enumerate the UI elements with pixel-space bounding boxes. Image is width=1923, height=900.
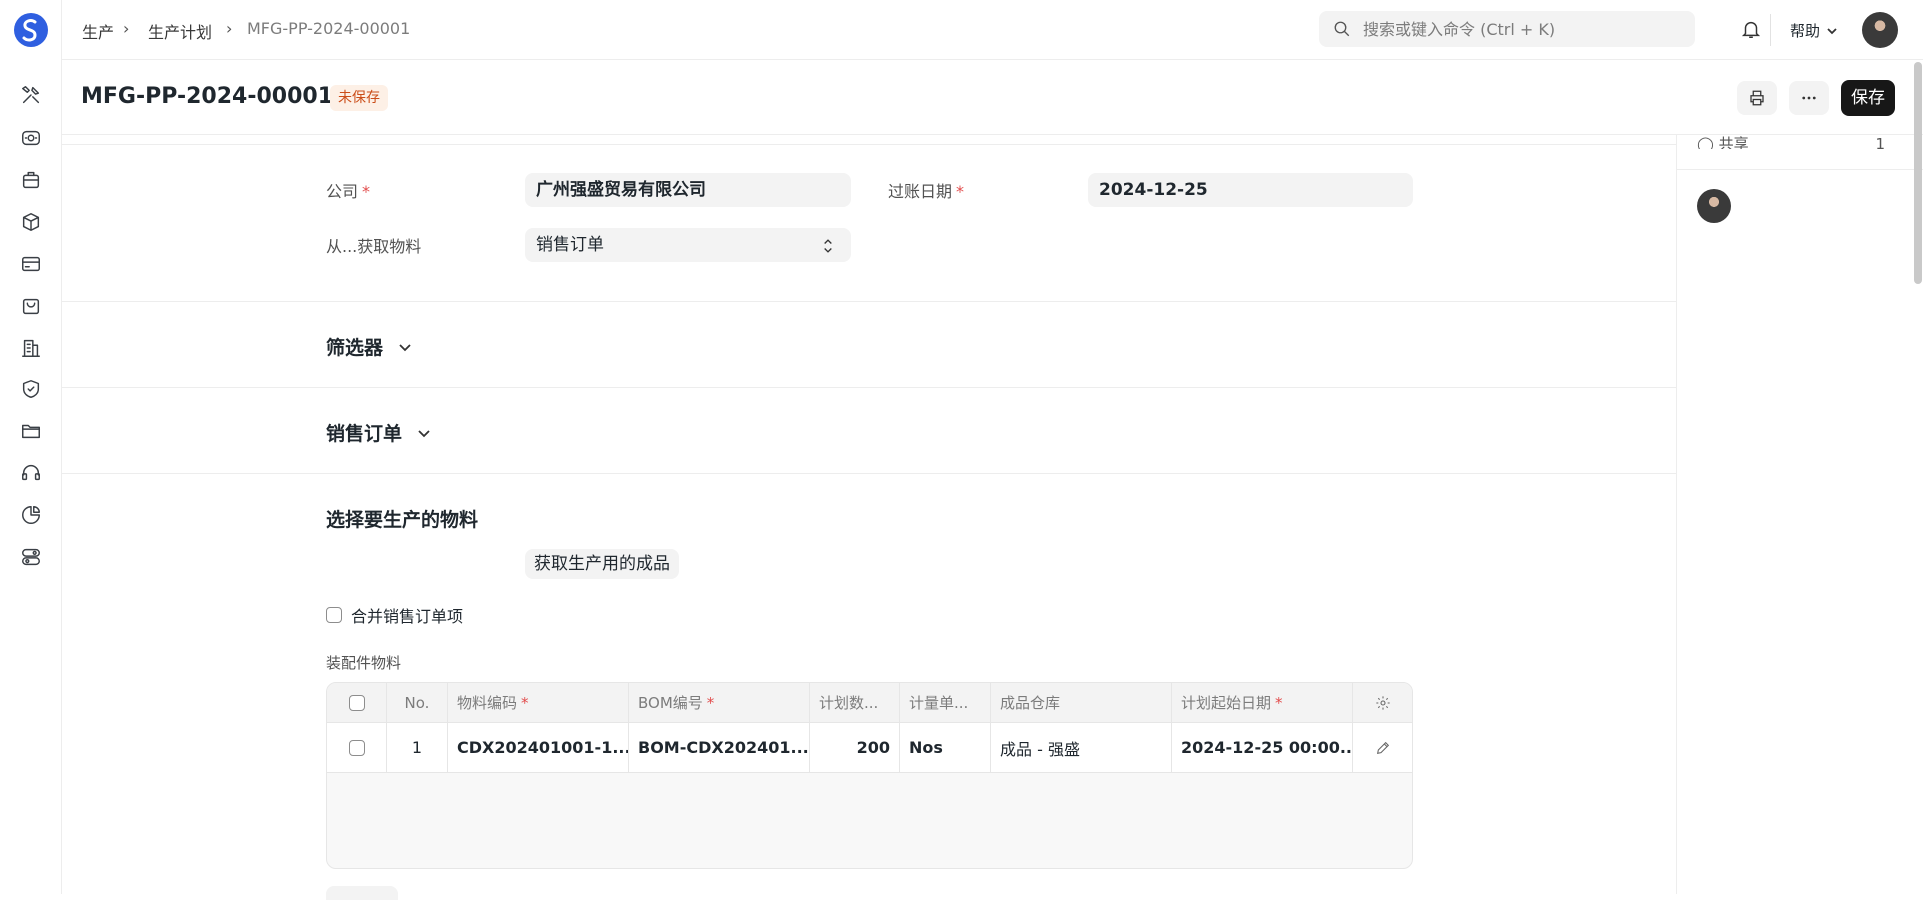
select-arrows-icon [824, 239, 832, 253]
breadcrumb-current: MFG-PP-2024-00001 [247, 19, 411, 38]
row-number: 1 [387, 723, 448, 772]
share-text: 共享 [1718, 135, 1749, 149]
pie-chart-icon[interactable] [19, 503, 43, 527]
row-checkbox[interactable] [348, 739, 365, 756]
chevron-down-icon [1827, 27, 1837, 34]
edit-row-button[interactable] [1353, 723, 1412, 772]
company-field[interactable]: 广州强盛贸易有限公司 [525, 173, 851, 207]
bell-icon [1741, 21, 1761, 38]
chevron-down-icon [399, 343, 411, 351]
breadcrumb-manufacturing[interactable]: 生产 [82, 19, 114, 43]
row-select-cell [327, 723, 387, 772]
column-settings-button[interactable] [1353, 683, 1412, 722]
warehouse-cell[interactable]: 成品 - 强盛 [991, 723, 1172, 772]
select-all-checkbox[interactable] [348, 694, 365, 711]
company-label: 公司 * [326, 182, 371, 201]
section-divider [62, 301, 1676, 302]
notifications-button[interactable] [1740, 18, 1764, 42]
posting-date-field[interactable]: 2024-12-25 [1088, 173, 1413, 207]
box-icon[interactable] [19, 210, 43, 234]
sales-orders-section-toggle[interactable]: 销售订单 [326, 419, 432, 446]
select-items-title: 选择要生产的物料 [326, 509, 479, 531]
page-title: MFG-PP-2024-00001 [81, 84, 334, 109]
select-all-cell [327, 683, 387, 722]
column-header-warehouse: 成品仓库 [991, 683, 1172, 722]
section-divider [62, 387, 1676, 388]
app-logo[interactable] [14, 13, 48, 47]
top-navbar: 生产 › 生产计划 › MFG-PP-2024-00001 帮助 [62, 0, 1923, 60]
combine-items-checkbox-row[interactable]: 合并销售订单项 [326, 603, 463, 627]
uom-cell[interactable]: Nos [900, 723, 991, 772]
tools-icon[interactable] [19, 83, 43, 107]
filters-title: 筛选器 [326, 337, 384, 359]
breadcrumb-production-plan[interactable]: 生产计划 [148, 19, 212, 43]
printer-icon [1750, 90, 1764, 106]
headset-icon[interactable] [19, 461, 43, 485]
navbar-divider [1770, 14, 1771, 46]
breadcrumb-separator: › [123, 19, 130, 38]
chevron-down-icon [418, 429, 430, 437]
search-input[interactable] [1363, 19, 1683, 39]
assembly-items-table: No. 物料编码 * BOM编号 * 计划数... 计量单... 成品仓库 计划起始… [326, 682, 1413, 869]
combine-items-label: 合并销售订单项 [351, 607, 464, 626]
global-search[interactable] [1319, 11, 1695, 47]
bom-no-cell[interactable]: BOM-CDX202401... [629, 723, 810, 772]
toggles-icon[interactable] [19, 545, 43, 569]
page-scrollbar[interactable] [1914, 62, 1922, 284]
combine-items-checkbox[interactable] [326, 607, 342, 623]
shopping-bag-icon[interactable] [19, 294, 43, 318]
get-items-from-value: 销售订单 [536, 235, 604, 255]
help-dropdown[interactable]: 帮助 [1790, 20, 1838, 41]
column-header-bom-no: BOM编号 * [629, 683, 810, 722]
column-header-planned-start-date: 计划起始日期 * [1172, 683, 1353, 722]
more-horizontal-icon [1802, 96, 1816, 100]
card-icon[interactable] [19, 252, 43, 276]
assembly-items-label: 装配件物料 [326, 654, 402, 672]
user-avatar[interactable] [1862, 12, 1898, 48]
item-code-cell[interactable]: CDX202401001-1... [448, 723, 629, 772]
sales-orders-title: 销售订单 [326, 423, 403, 445]
briefcase-icon[interactable] [19, 168, 43, 192]
save-button[interactable]: 保存 [1841, 80, 1895, 116]
planned-start-date-cell[interactable]: 2024-12-25 00:00... [1172, 723, 1353, 772]
section-divider [62, 473, 1676, 474]
more-actions-button[interactable] [1789, 81, 1829, 115]
get-items-from-select[interactable]: 销售订单 [525, 228, 851, 262]
print-button[interactable] [1737, 81, 1777, 115]
search-icon [1334, 21, 1350, 37]
building-icon[interactable] [19, 336, 43, 360]
planned-qty-cell[interactable]: 200 [810, 723, 900, 772]
page-header: MFG-PP-2024-00001 未保存 保存 [62, 61, 1923, 135]
eye-icon[interactable] [19, 126, 43, 150]
breadcrumb-separator: › [226, 19, 233, 38]
app-sidebar [0, 0, 62, 894]
filters-section-toggle[interactable]: 筛选器 [326, 333, 413, 360]
shield-icon[interactable] [19, 377, 43, 401]
shared-user-avatar[interactable] [1697, 189, 1731, 223]
gear-icon [1376, 695, 1390, 710]
section-divider [62, 144, 1676, 145]
share-count: 1 [1875, 135, 1885, 149]
column-header-planned-qty: 计划数... [810, 683, 900, 722]
column-header-uom: 计量单... [900, 683, 991, 722]
share-label[interactable]: ◯ 共享 [1697, 135, 1749, 149]
folder-icon[interactable] [19, 419, 43, 443]
get-items-from-label: 从...获取物料 [326, 237, 422, 256]
table-row[interactable]: 1 CDX202401001-1... BOM-CDX202401... 200… [327, 723, 1412, 773]
column-header-item-code: 物料编码 * [448, 683, 629, 722]
table-header-row: No. 物料编码 * BOM编号 * 计划数... 计量单... 成品仓库 计划起始… [327, 683, 1412, 723]
sidebar-divider [1677, 169, 1923, 170]
get-finished-goods-button[interactable]: 获取生产用的成品 [525, 549, 679, 579]
add-row-button[interactable] [326, 886, 398, 900]
posting-date-label: 过账日期 * [888, 182, 965, 201]
pencil-icon [1376, 741, 1390, 754]
form-sidebar: ◯ 共享 1 [1676, 135, 1923, 894]
column-header-no: No. [387, 683, 448, 722]
help-label: 帮助 [1790, 22, 1821, 40]
status-badge: 未保存 [330, 85, 388, 111]
